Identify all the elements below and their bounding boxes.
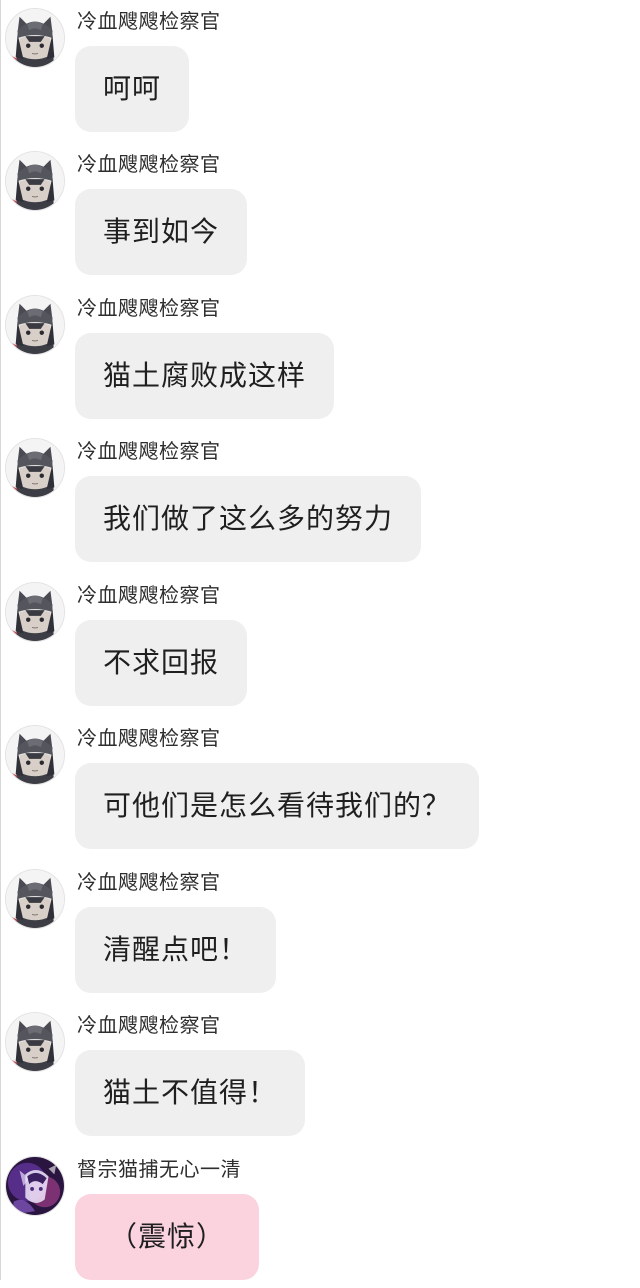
- avatar[interactable]: [5, 438, 65, 498]
- chat-message: 冷血飕飕检察官 呵呵: [1, 0, 640, 140]
- gray-wolf-character-avatar-icon: [6, 1013, 64, 1071]
- sender-name: 冷血飕飕检察官: [77, 439, 221, 463]
- avatar[interactable]: [5, 582, 65, 642]
- message-bubble[interactable]: 我们做了这么多的努力: [75, 476, 422, 562]
- avatar[interactable]: [5, 1012, 65, 1072]
- gray-wolf-character-avatar-icon: [6, 296, 64, 354]
- gray-wolf-character-avatar-icon: [6, 9, 64, 67]
- chat-message: 冷血飕飕检察官 事到如今: [1, 143, 640, 283]
- gray-wolf-character-avatar-icon: [6, 870, 64, 928]
- chat-message: 冷血飕飕检察官 猫土腐败成这样: [1, 287, 640, 427]
- chat-message: 冷血飕飕检察官 不求回报: [1, 574, 640, 714]
- avatar[interactable]: [5, 1156, 65, 1216]
- message-bubble[interactable]: 清醒点吧！: [75, 907, 277, 993]
- chat-message: 冷血飕飕检察官 我们做了这么多的努力: [1, 430, 640, 570]
- message-bubble[interactable]: 呵呵: [75, 46, 190, 132]
- sender-name: 冷血飕飕检察官: [77, 1013, 221, 1037]
- chat-message: 冷血飕飕检察官 清醒点吧！: [1, 861, 640, 1001]
- gray-wolf-character-avatar-icon: [6, 439, 64, 497]
- avatar[interactable]: [5, 151, 65, 211]
- sender-name: 冷血飕飕检察官: [77, 583, 221, 607]
- gray-wolf-character-avatar-icon: [6, 726, 64, 784]
- message-bubble-highlighted[interactable]: （震惊）: [75, 1194, 260, 1280]
- purple-cat-character-avatar-icon: [6, 1157, 64, 1215]
- message-bubble[interactable]: 事到如今: [75, 189, 248, 275]
- sender-name: 冷血飕飕检察官: [77, 9, 221, 33]
- avatar[interactable]: [5, 8, 65, 68]
- sender-name: 冷血飕飕检察官: [77, 870, 221, 894]
- message-bubble[interactable]: 可他们是怎么看待我们的？: [75, 763, 480, 849]
- sender-name: 冷血飕飕检察官: [77, 152, 221, 176]
- message-bubble[interactable]: 猫土不值得！: [75, 1050, 306, 1136]
- chat-message-list[interactable]: 冷血飕飕检察官 呵呵 冷血飕飕检察官 事到如今 冷血飕飕检察官 猫土腐败成这样 …: [1, 0, 640, 1280]
- avatar[interactable]: [5, 869, 65, 929]
- sender-name: 督宗猫捕无心一清: [77, 1157, 241, 1181]
- sender-name: 冷血飕飕检察官: [77, 296, 221, 320]
- avatar[interactable]: [5, 725, 65, 785]
- avatar[interactable]: [5, 295, 65, 355]
- message-bubble[interactable]: 不求回报: [75, 620, 248, 706]
- sender-name: 冷血飕飕检察官: [77, 726, 221, 750]
- gray-wolf-character-avatar-icon: [6, 152, 64, 210]
- chat-message: 冷血飕飕检察官 可他们是怎么看待我们的？: [1, 717, 640, 857]
- chat-message: 督宗猫捕无心一清 （震惊）: [1, 1148, 640, 1288]
- chat-message: 冷血飕飕检察官 猫土不值得！: [1, 1004, 640, 1144]
- gray-wolf-character-avatar-icon: [6, 583, 64, 641]
- message-bubble[interactable]: 猫土腐败成这样: [75, 333, 335, 419]
